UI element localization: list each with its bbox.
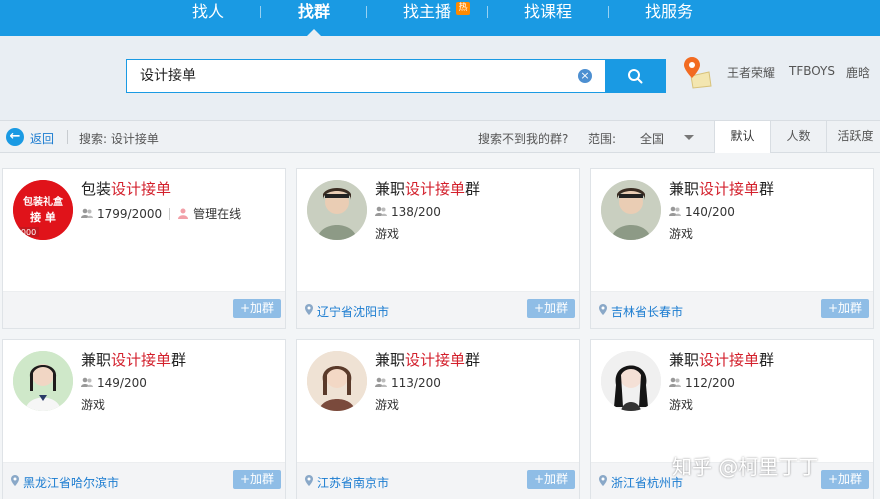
- group-title[interactable]: 兼职设计接单群: [375, 178, 480, 199]
- group-avatar: [601, 180, 661, 240]
- card-footer: 黑龙江省哈尔滨市 +加群: [3, 462, 285, 499]
- filter-bar: ← 返回 搜索: 设计接单 搜索不到我的群? 范围: 全国 默认 人数 活跃度: [0, 120, 880, 153]
- group-tag: 游戏: [669, 398, 694, 412]
- location-pin-icon: [305, 475, 313, 486]
- search-input[interactable]: 设计接单: [126, 59, 606, 93]
- card-footer: +加群: [3, 291, 285, 328]
- clear-icon[interactable]: ×: [578, 69, 592, 83]
- group-card[interactable]: 包装礼盒 接 单 2000 包装设计接单 1799/2000 管理在线 +加群: [2, 168, 286, 329]
- members-icon: [669, 206, 681, 216]
- nav-separator: [608, 6, 609, 18]
- hot-word-link[interactable]: 鹿晗: [846, 64, 870, 81]
- join-group-button[interactable]: +加群: [821, 470, 869, 489]
- back-arrow-icon[interactable]: ←: [6, 128, 24, 146]
- member-count: 1799/2000 管理在线: [81, 205, 241, 222]
- admin-status: 管理在线: [193, 207, 242, 221]
- svg-text:2000: 2000: [16, 228, 36, 237]
- group-location[interactable]: 江苏省南京市: [317, 474, 389, 491]
- svg-text:接 单: 接 单: [30, 210, 56, 224]
- hot-word-link[interactable]: 王者荣耀: [727, 64, 775, 81]
- group-avatar: 包装礼盒 接 单 2000: [13, 180, 73, 240]
- admin-icon: [178, 208, 189, 219]
- search-icon: [628, 69, 643, 84]
- group-logo: 包装礼盒 接 单 2000: [13, 180, 73, 240]
- group-tag: 游戏: [375, 398, 400, 412]
- back-link[interactable]: 返回: [30, 130, 54, 147]
- sort-tab-default[interactable]: 默认: [714, 121, 770, 153]
- group-title[interactable]: 兼职设计接单群: [669, 178, 774, 199]
- group-card[interactable]: 兼职设计接单群 140/200 游戏 吉林省长春市 +加群: [590, 168, 874, 329]
- member-count: 140/200: [669, 205, 735, 219]
- join-group-button[interactable]: +加群: [233, 470, 281, 489]
- group-card[interactable]: 兼职设计接单群 138/200 游戏 辽宁省沈阳市 +加群: [296, 168, 580, 329]
- join-group-button[interactable]: +加群: [527, 470, 575, 489]
- location-pin-icon: [305, 304, 313, 315]
- nav-separator: [260, 6, 261, 18]
- nav-separator: [487, 6, 488, 18]
- group-card[interactable]: 兼职设计接单群 113/200 游戏 江苏省南京市 +加群: [296, 339, 580, 499]
- results-area: 包装礼盒 接 单 2000 包装设计接单 1799/2000 管理在线 +加群 兼…: [0, 153, 880, 499]
- group-location[interactable]: 辽宁省沈阳市: [317, 303, 389, 320]
- svg-text:包装礼盒: 包装礼盒: [23, 195, 64, 208]
- group-title[interactable]: 包装设计接单: [81, 178, 171, 199]
- group-avatar: [601, 351, 661, 411]
- hot-badge: 热: [456, 2, 470, 15]
- group-title[interactable]: 兼职设计接单群: [375, 349, 480, 370]
- sort-tab-activity[interactable]: 活跃度: [826, 121, 880, 153]
- card-footer: 吉林省长春市 +加群: [591, 291, 873, 328]
- watermark: 知乎 @柯里丁丁: [672, 455, 819, 479]
- card-footer: 辽宁省沈阳市 +加群: [297, 291, 579, 328]
- members-icon: [375, 206, 387, 216]
- range-select[interactable]: 全国: [640, 130, 664, 147]
- group-avatar: [307, 180, 367, 240]
- location-pin-icon: [599, 475, 607, 486]
- nav-find-streamers[interactable]: 找主播: [403, 0, 451, 36]
- location-pin-icon: [11, 475, 19, 486]
- sort-tab-members[interactable]: 人数: [770, 121, 826, 153]
- group-card[interactable]: 兼职设计接单群 149/200 游戏 黑龙江省哈尔滨市 +加群: [2, 339, 286, 499]
- members-icon: [375, 377, 387, 387]
- member-count: 112/200: [669, 376, 735, 390]
- range-label: 范围:: [588, 132, 617, 146]
- group-avatar: [307, 351, 367, 411]
- members-icon: [81, 208, 93, 218]
- nav-find-people[interactable]: 找人: [192, 0, 224, 36]
- join-group-button[interactable]: +加群: [821, 299, 869, 318]
- join-group-button[interactable]: +加群: [527, 299, 575, 318]
- nav-separator: [366, 6, 367, 18]
- card-footer: 江苏省南京市 +加群: [297, 462, 579, 499]
- divider: [67, 130, 68, 144]
- group-title[interactable]: 兼职设计接单群: [81, 349, 186, 370]
- member-count: 138/200: [375, 205, 441, 219]
- group-tag: 游戏: [669, 227, 694, 241]
- not-found-link[interactable]: 搜索不到我的群?: [478, 130, 568, 147]
- group-avatar: [13, 351, 73, 411]
- chevron-down-icon[interactable]: [684, 135, 694, 140]
- location-pin-icon: [599, 304, 607, 315]
- search-summary: 搜索: 设计接单: [79, 132, 159, 146]
- join-group-button[interactable]: +加群: [233, 299, 281, 318]
- active-nav-indicator: [307, 29, 321, 36]
- group-location[interactable]: 吉林省长春市: [611, 303, 683, 320]
- search-button[interactable]: [605, 59, 666, 93]
- member-count: 113/200: [375, 376, 441, 390]
- divider: [169, 208, 171, 220]
- hot-word-link[interactable]: TFBOYS: [789, 64, 835, 78]
- location-icon[interactable]: [683, 54, 713, 90]
- group-tag: 游戏: [81, 398, 106, 412]
- nav-find-courses[interactable]: 找课程: [524, 0, 572, 36]
- group-title[interactable]: 兼职设计接单群: [669, 349, 774, 370]
- members-icon: [81, 377, 93, 387]
- group-tag: 游戏: [375, 227, 400, 241]
- group-location[interactable]: 黑龙江省哈尔滨市: [23, 474, 119, 491]
- nav-find-services[interactable]: 找服务: [645, 0, 693, 36]
- top-nav: 找人 找群 找主播 热 找课程 找服务: [0, 0, 880, 36]
- member-count: 149/200: [81, 376, 147, 390]
- search-area: 设计接单 × 王者荣耀 TFBOYS 鹿晗: [0, 36, 880, 120]
- members-icon: [669, 377, 681, 387]
